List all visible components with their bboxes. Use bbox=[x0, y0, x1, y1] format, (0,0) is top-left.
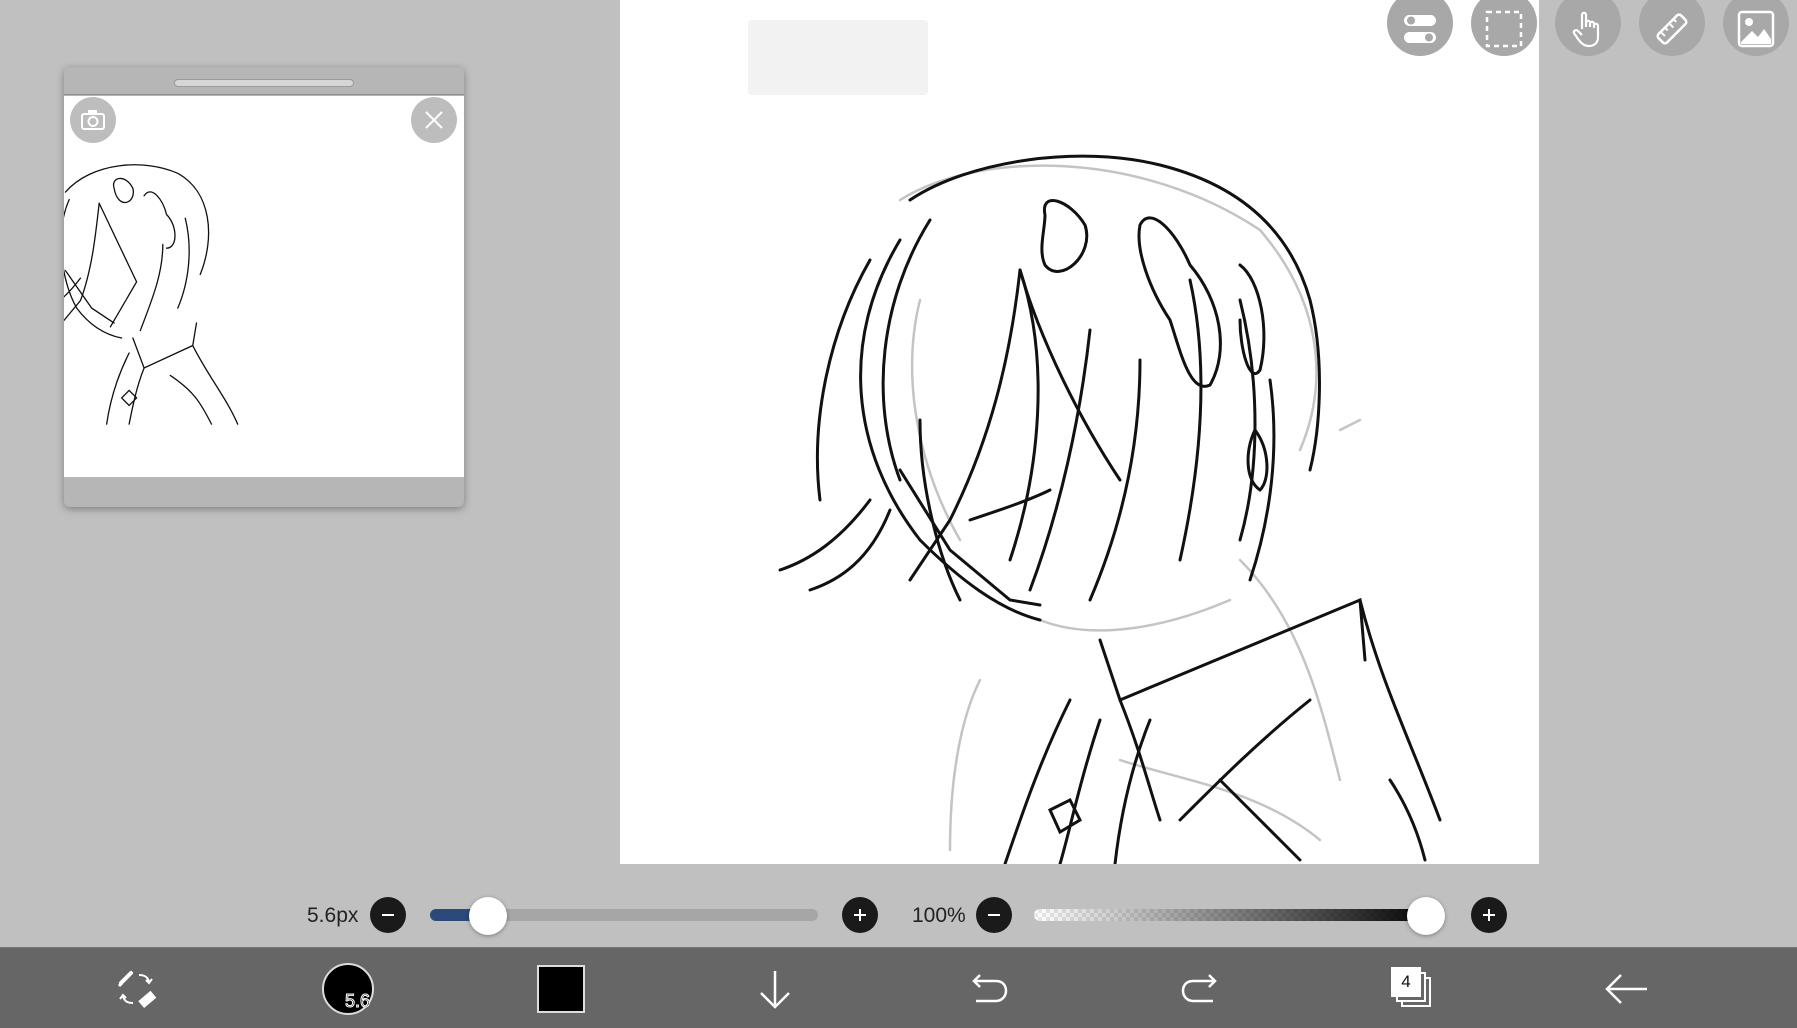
layer-count: 4 bbox=[1391, 966, 1421, 997]
reference-window[interactable] bbox=[64, 67, 464, 507]
hand-tool-button[interactable] bbox=[1555, 0, 1621, 56]
ruler-icon bbox=[1656, 13, 1688, 45]
image-material-button[interactable] bbox=[1723, 0, 1789, 56]
undo-button[interactable] bbox=[933, 948, 1043, 1028]
image-material-icon bbox=[1737, 10, 1775, 48]
minus-icon bbox=[382, 914, 394, 916]
redo-icon bbox=[1181, 973, 1217, 1002]
layers-icon: 4 bbox=[1391, 966, 1435, 1011]
plus-icon bbox=[1483, 909, 1495, 921]
brush-eraser-swap-button[interactable] bbox=[82, 948, 192, 1028]
brush-size-thumb[interactable] bbox=[469, 897, 508, 935]
brush-sliders: 5.6px 100% bbox=[0, 880, 1797, 948]
opacity-thumb[interactable] bbox=[1407, 897, 1445, 935]
toggle-panel-icon bbox=[1404, 15, 1436, 43]
camera-icon bbox=[81, 110, 105, 130]
hand-tool-icon bbox=[1572, 11, 1600, 48]
opacity-slider[interactable] bbox=[1034, 909, 1434, 921]
close-icon bbox=[425, 111, 443, 129]
brush-size-increase-button[interactable] bbox=[842, 897, 878, 933]
drawing-canvas[interactable] bbox=[620, 0, 1539, 864]
selection-icon bbox=[1485, 10, 1523, 48]
camera-button[interactable] bbox=[70, 97, 116, 143]
ruler-button[interactable] bbox=[1639, 0, 1705, 56]
opacity-value: 100% bbox=[912, 904, 966, 927]
download-icon bbox=[760, 970, 790, 1009]
reference-sketch bbox=[64, 164, 239, 425]
layers-button[interactable]: 4 bbox=[1358, 948, 1468, 1028]
brush-size-value: 5.6px bbox=[307, 904, 359, 927]
download-button[interactable] bbox=[720, 948, 830, 1028]
brush-size-decrease-button[interactable] bbox=[370, 897, 406, 933]
opacity-decrease-button[interactable] bbox=[976, 897, 1012, 933]
plus-icon bbox=[854, 909, 866, 921]
brush-size-icon: 5.6 bbox=[322, 962, 374, 1015]
drag-handle[interactable] bbox=[174, 79, 354, 87]
brush-size-preview-button[interactable]: 5.6 bbox=[293, 948, 403, 1028]
opacity-increase-button[interactable] bbox=[1471, 897, 1507, 933]
redo-button[interactable] bbox=[1146, 948, 1256, 1028]
back-button[interactable] bbox=[1572, 948, 1682, 1028]
back-icon bbox=[1605, 973, 1647, 1004]
canvas-sketch bbox=[778, 154, 1442, 864]
close-reference-button[interactable] bbox=[411, 97, 457, 143]
color-button[interactable] bbox=[506, 948, 616, 1028]
color-swatch bbox=[537, 964, 585, 1013]
minus-icon bbox=[988, 914, 1000, 916]
reference-image bbox=[64, 96, 464, 477]
brush-size-badge: 5.6 bbox=[344, 990, 370, 1011]
undo-icon bbox=[972, 973, 1008, 1002]
reference-window-titlebar[interactable] bbox=[64, 67, 464, 95]
brush-eraser-swap-icon bbox=[117, 970, 157, 1008]
bottom-toolbar: 5.6 4 bbox=[0, 947, 1797, 1028]
